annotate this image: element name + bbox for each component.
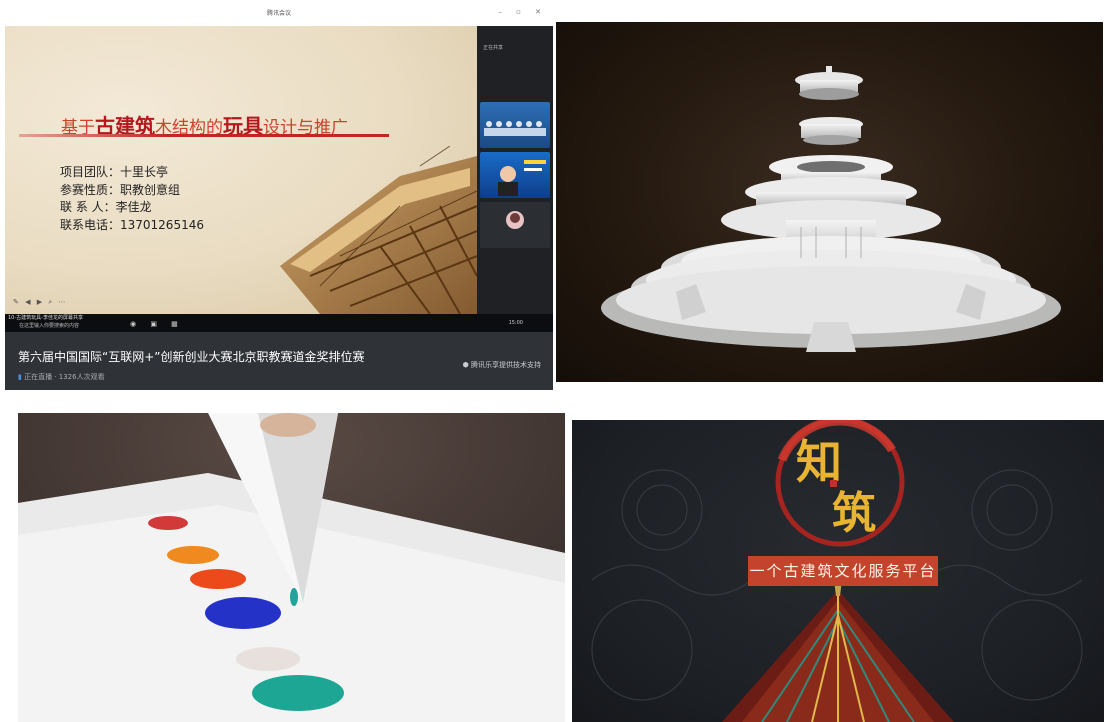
shared-slide: 基于古建筑木结构的玩具设计与推广 项目团队：十里长亭 参赛性质：职教创意组 联 … bbox=[5, 26, 477, 314]
taskbar-search-input[interactable]: 在这里输入你要搜索的内容 bbox=[19, 322, 79, 329]
group-photo-thumbnail bbox=[484, 121, 546, 136]
support-note: ⬢ 腾讯乐享提供技术支持 bbox=[462, 361, 541, 369]
zhizhu-platform-poster: 知 筑 一个古建筑文化服务平台 bbox=[572, 420, 1104, 722]
temple-model-photo bbox=[556, 22, 1103, 382]
windows-taskbar: 10-古建筑玩具-李佳龙的屏幕共享 在这里输入你要搜索的内容 ◉ ▣ ▦ 15:… bbox=[5, 314, 553, 332]
participant-video-2[interactable] bbox=[480, 152, 550, 198]
live-footer: 第六届中国国际“互联网+”创新创业大赛北京职教赛道金奖排位赛 ▮ 正在直播 · … bbox=[5, 332, 553, 390]
participants-sidebar: 正在共享 bbox=[477, 26, 553, 314]
info-category: 参赛性质：职教创意组 bbox=[60, 182, 181, 197]
live-title: 第六届中国国际“互联网+”创新创业大赛北京职教赛道金奖排位赛 bbox=[18, 350, 365, 364]
participant-video-1[interactable] bbox=[480, 102, 550, 148]
sidebar-header: 正在共享 bbox=[483, 45, 504, 51]
slide-toolbar[interactable]: ✎ ◀ ▶ ⌕ ⋯ bbox=[13, 298, 67, 307]
avatar-thumbnail bbox=[506, 211, 524, 229]
window-controls[interactable]: – ▫ ✕ bbox=[498, 8, 547, 16]
title-underline bbox=[19, 134, 389, 137]
taskbar-app-icons[interactable]: ◉ ▣ ▦ bbox=[130, 320, 184, 328]
taskbar-clock: 15:00 bbox=[508, 320, 523, 326]
tagline-banner: 一个古建筑文化服务平台 bbox=[748, 556, 938, 586]
window-titlebar: 腾讯会议 – ▫ ✕ bbox=[5, 4, 553, 26]
logo-seal-dot bbox=[830, 480, 837, 487]
tagline-text: 一个古建筑文化服务平台 bbox=[749, 562, 937, 580]
live-signal-icon: ▮ bbox=[18, 373, 22, 381]
window-title: 腾讯会议 bbox=[266, 10, 291, 17]
temple-of-heaven-model bbox=[601, 66, 1061, 352]
wooden-roof-image bbox=[280, 146, 477, 314]
share-label: 10-古建筑玩具-李佳龙的屏幕共享 bbox=[8, 315, 83, 321]
pigment-powders-photo bbox=[18, 413, 565, 722]
presenter-thumbnail bbox=[498, 160, 546, 196]
info-team: 项目团队：十里长亭 bbox=[60, 165, 169, 179]
slide-info: 项目团队：十里长亭 参赛性质：职教创意组 联 系 人：李佳龙 联系电话：1370… bbox=[60, 164, 204, 234]
participant-video-3[interactable] bbox=[480, 202, 550, 248]
live-status: ▮ 正在直播 · 1326人次观看 bbox=[18, 373, 105, 381]
meeting-screenshot: 腾讯会议 – ▫ ✕ 基于古建筑木结构的玩具设计与推广 项目团队：十里长亭 参赛… bbox=[5, 4, 553, 390]
pigment-illustration bbox=[18, 413, 565, 722]
logo-calligraphy: 知 筑 bbox=[796, 435, 876, 539]
zhizhu-logo: 知 筑 bbox=[784, 420, 894, 544]
info-contact: 联 系 人：李佳龙 bbox=[60, 200, 152, 214]
info-phone: 联系电话：13701265146 bbox=[60, 217, 204, 232]
logo-char-zhu: 筑 bbox=[832, 488, 876, 539]
